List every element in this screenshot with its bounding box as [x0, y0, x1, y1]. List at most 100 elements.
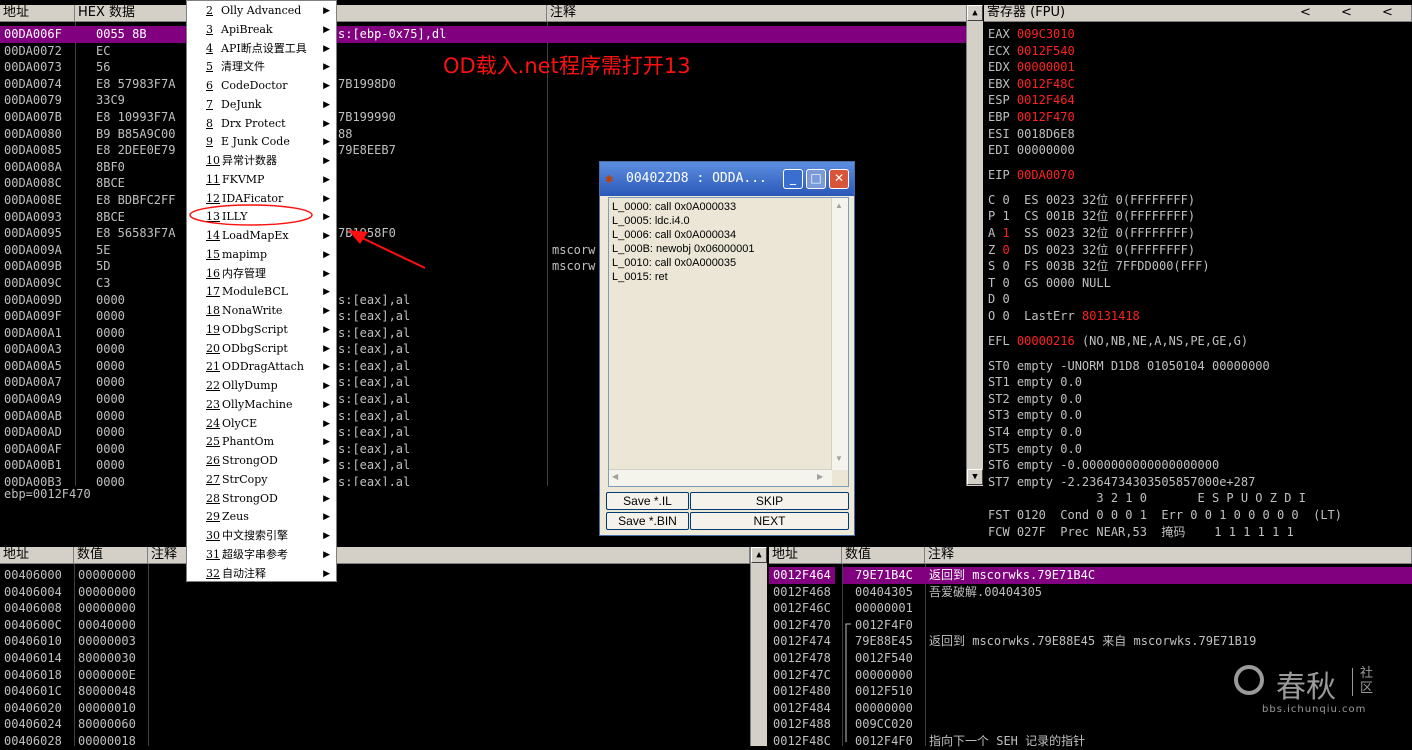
scroll-down-icon[interactable]: ▼ — [967, 469, 983, 485]
dump-row[interactable]: 0040601C 80000048 — [0, 683, 750, 700]
stack-row[interactable]: 0012F470 0012F4F0 — [769, 617, 1412, 634]
stack-row[interactable]: 0012F46C 00000001 — [769, 600, 1412, 617]
menu-item-[interactable]: 31 超级字串参考 ▶ — [187, 546, 336, 564]
skip-button[interactable]: SKIP — [690, 492, 849, 510]
menu-item-modulebcl[interactable]: 17 ModuleBCL ▶ — [187, 283, 336, 301]
dump-pane[interactable]: 地址 数值 注释 00406000 00000000 00406004 0000000… — [0, 547, 750, 748]
next-button[interactable]: NEXT — [690, 512, 849, 530]
flag-value[interactable]: 0 — [1002, 243, 1009, 257]
dump-row[interactable]: 00406020 00000010 — [0, 700, 750, 717]
register-value[interactable]: 0012F540 — [1017, 44, 1075, 58]
dump-row[interactable]: 00406018 0000000E — [0, 667, 750, 684]
stack-header-address[interactable]: 地址 — [769, 547, 842, 564]
menu-item-ollymachine[interactable]: 23 OllyMachine ▶ — [187, 396, 336, 414]
fpu-st1[interactable]: ST1 empty 0.0 — [988, 374, 1082, 391]
dump-row[interactable]: 00406004 00000000 — [0, 584, 750, 601]
fpu-status-word[interactable]: FST 0120 Cond 0 0 0 1 Err 0 0 1 0 0 0 0 … — [988, 507, 1342, 524]
stack-row[interactable]: 0012F474 79E88E45 返回到 mscorwks.79E88E45 来自… — [769, 633, 1412, 650]
fpu-control-word[interactable]: FCW 027F Prec NEAR,53 掩码 1 1 1 1 1 1 — [988, 524, 1294, 541]
menu-item-odbgscript[interactable]: 19 ODbgScript ▶ — [187, 321, 336, 339]
il-line[interactable]: L_0005: ldc.i4.0 — [609, 214, 848, 228]
menu-item-odbgscript[interactable]: 20 ODbgScript ▶ — [187, 340, 336, 358]
registers-pane[interactable]: 寄存器 (FPU) < < < EAX 009C3010 ECX 0012F540… — [984, 0, 1412, 545]
disasm-row[interactable]: 00DA006F 0055 8B s:[ebp-0x75],dl — [0, 26, 967, 43]
register-esi[interactable]: ESI 0018D6E8 — [988, 126, 1075, 143]
menu-item-dejunk[interactable]: 7 DeJunk ▶ — [187, 96, 336, 114]
col-header-hex[interactable]: HEX 数据 — [75, 5, 187, 22]
menu-item-[interactable]: 10 异常计数器 ▶ — [187, 152, 336, 170]
flag-z[interactable]: Z 0 DS 0023 32位 0(FFFFFFFF) — [988, 242, 1195, 259]
register-ecx[interactable]: ECX 0012F540 — [988, 43, 1075, 60]
flag-value[interactable]: 0 — [1002, 193, 1009, 207]
flag-a[interactable]: A 1 SS 0023 32位 0(FFFFFFFF) — [988, 225, 1195, 242]
flag-o[interactable]: O 0 LastErr 80131418 — [988, 308, 1140, 325]
menu-item-nonawrite[interactable]: 18 NonaWrite ▶ — [187, 302, 336, 320]
flag-s[interactable]: S 0 FS 003B 32位 7FFDD000(FFF) — [988, 258, 1210, 275]
register-edx[interactable]: EDX 00000001 — [988, 59, 1075, 76]
fpu-st6[interactable]: ST6 empty -0.0000000000000000000 — [988, 457, 1219, 474]
menu-item-ollydump[interactable]: 22 OllyDump ▶ — [187, 377, 336, 395]
list-vscrollbar[interactable]: ▲ ▼ — [831, 198, 848, 470]
menu-item-[interactable]: 5 清理文件 ▶ — [187, 58, 336, 76]
register-value[interactable]: 009C3010 — [1017, 27, 1075, 41]
il-line[interactable]: L_0006: call 0x0A000034 — [609, 228, 848, 242]
nav-prev-2[interactable]: < — [1341, 5, 1352, 21]
disasm-row[interactable]: 00DA0085 E8 2DEE0E79 79E8EEB7 — [0, 142, 967, 159]
plugin-menu[interactable]: 2 Olly Advanced ▶ 3 ApiBreak ▶ 4 API断点设置工具 ▶ 5 清理文… — [186, 0, 337, 582]
register-esp[interactable]: ESP 0012F464 — [988, 92, 1075, 109]
dump-row[interactable]: 00406024 80000060 — [0, 716, 750, 733]
stack-header-comment[interactable]: 注释 — [925, 547, 1412, 564]
save-il-button[interactable]: Save *.IL — [606, 492, 689, 510]
col-header-disassembly[interactable] — [337, 5, 547, 22]
menu-item-e-junk-code[interactable]: 9 E Junk Code ▶ — [187, 133, 336, 151]
register-value[interactable]: 00000001 — [1017, 60, 1075, 74]
flag-c[interactable]: C 0 ES 0023 32位 0(FFFFFFFF) — [988, 192, 1195, 209]
disassembly-scrollbar[interactable]: ▲ ▼ — [966, 5, 983, 486]
dump-row[interactable]: 00406014 80000030 — [0, 650, 750, 667]
register-value[interactable]: 0012F48C — [1017, 77, 1075, 91]
menu-item-olly-advanced[interactable]: 2 Olly Advanced ▶ — [187, 2, 336, 20]
stack-row[interactable]: 0012F464 79E71B4C 返回到 mscorwks.79E71B4C — [769, 567, 1412, 584]
il-line[interactable]: L_0015: ret — [609, 270, 848, 284]
list-hscrollbar[interactable]: ◀ ▶ — [609, 469, 832, 486]
flag-t[interactable]: T 0 GS 0000 NULL — [988, 275, 1111, 292]
menu-item-loadmapex[interactable]: 14 LoadMapEx ▶ — [187, 227, 336, 245]
efl-value[interactable]: 00000216 — [1017, 334, 1075, 348]
menu-item-phantom[interactable]: 25 PhantOm ▶ — [187, 433, 336, 451]
fpu-st0[interactable]: ST0 empty -UNORM D1D8 01050104 00000000 — [988, 358, 1270, 375]
menu-item-apibreak[interactable]: 3 ApiBreak ▶ — [187, 21, 336, 39]
menu-item-strcopy[interactable]: 27 StrCopy ▶ — [187, 471, 336, 489]
dump-scrollbar[interactable]: ▲ — [750, 547, 767, 746]
nav-prev-1[interactable]: < — [1300, 5, 1311, 21]
fpu-st7[interactable]: ST7 empty -2.2364734303505857000e+287 — [988, 474, 1255, 491]
flag-value[interactable]: 0 — [1002, 276, 1009, 290]
col-header-comment[interactable]: 注释 — [547, 5, 967, 22]
register-eax[interactable]: EAX 009C3010 — [988, 26, 1075, 43]
col-header-address[interactable]: 地址 — [0, 5, 75, 22]
register-value[interactable]: 0012F470 — [1017, 110, 1075, 124]
menu-item-oddragattach[interactable]: 21 ODDragAttach ▶ — [187, 358, 336, 376]
dump-row[interactable]: 0040600C 00040000 — [0, 617, 750, 634]
register-value[interactable]: 0012F464 — [1017, 93, 1075, 107]
flag-value[interactable]: 0 — [1002, 259, 1009, 273]
disasm-row[interactable]: 00DA007B E8 10993F7A 7B199990 — [0, 109, 967, 126]
fpu-st2[interactable]: ST2 empty 0.0 — [988, 391, 1082, 408]
register-ebx[interactable]: EBX 0012F48C — [988, 76, 1075, 93]
flag-value[interactable]: 0 — [1002, 292, 1009, 306]
list-scroll-down-icon[interactable]: ▼ — [835, 454, 843, 463]
il-line[interactable]: L_000B: newobj 0x06000001 — [609, 242, 848, 256]
flag-p[interactable]: P 1 CS 001B 32位 0(FFFFFFFF) — [988, 208, 1195, 225]
flag-value[interactable]: 0 — [1002, 309, 1009, 323]
dump-row[interactable]: 00406000 00000000 — [0, 567, 750, 584]
register-efl[interactable]: EFL 00000216 (NO,NB,NE,A,NS,PE,GE,G) — [988, 333, 1248, 350]
menu-item-api[interactable]: 4 API断点设置工具 ▶ — [187, 40, 336, 58]
register-ebp[interactable]: EBP 0012F470 — [988, 109, 1075, 126]
dump-header-address[interactable]: 地址 — [0, 547, 74, 564]
dump-row[interactable]: 00406028 00000018 — [0, 733, 750, 750]
menu-item-codedoctor[interactable]: 6 CodeDoctor ▶ — [187, 77, 336, 95]
register-eip[interactable]: EIP 00DA0070 — [988, 167, 1075, 184]
menu-item-fkvmp[interactable]: 11 FKVMP ▶ — [187, 171, 336, 189]
dialog-titlebar[interactable]: ✱ 004022D8 : ODDA... _ □ ✕ — [600, 162, 854, 196]
register-value[interactable]: 0018D6E8 — [1017, 127, 1075, 141]
fpu-st4[interactable]: ST4 empty 0.0 — [988, 424, 1082, 441]
